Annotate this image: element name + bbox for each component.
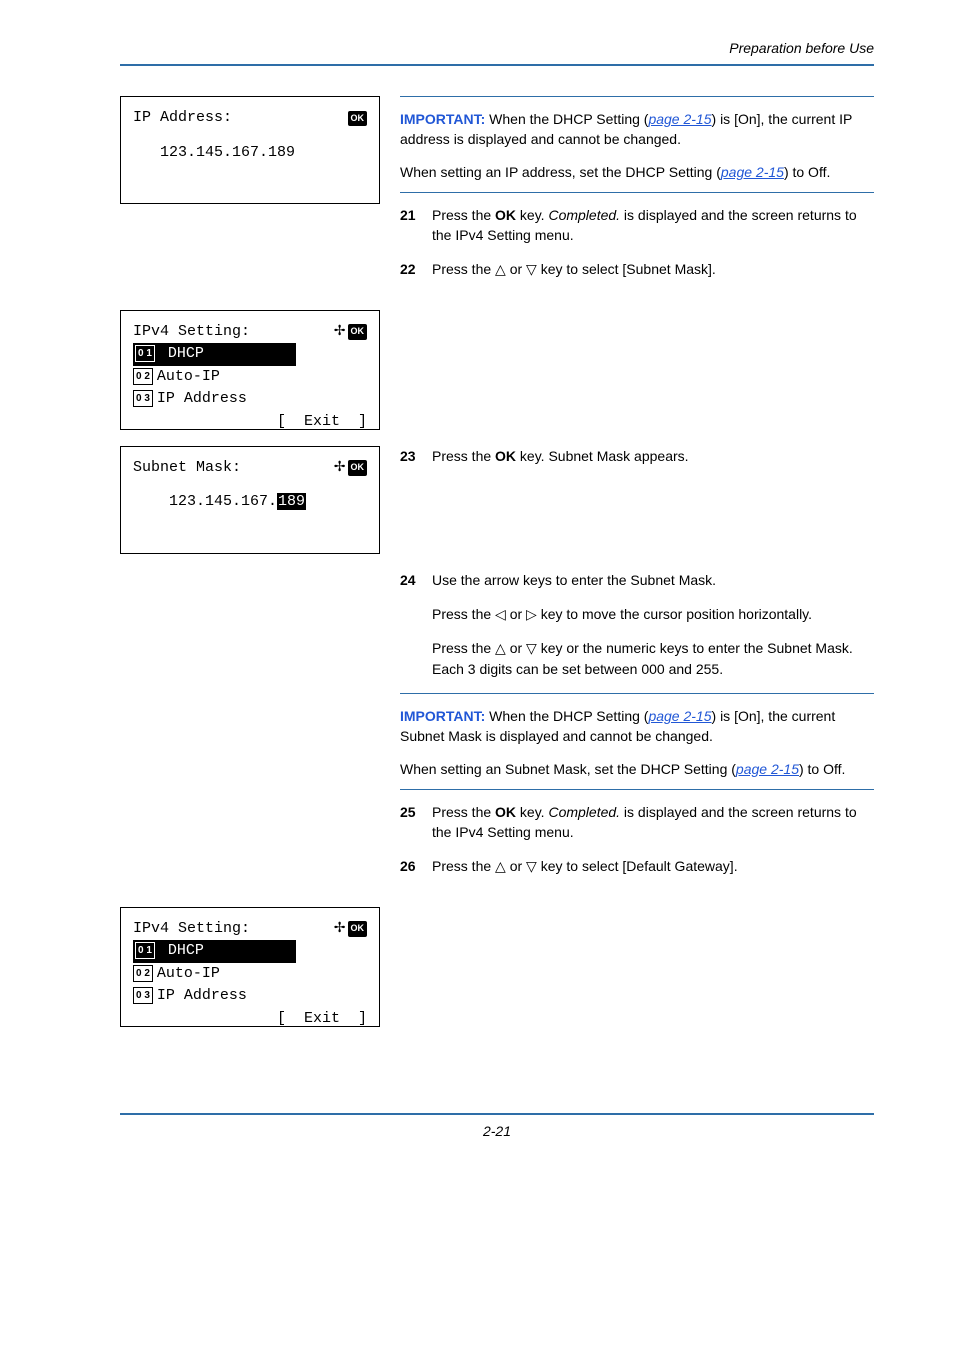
link-page-2-15[interactable]: page 2-15: [736, 761, 799, 777]
step-24-sub2: Press the △ or ▽ key or the numeric keys…: [432, 638, 874, 679]
triangle-up-icon: △: [495, 858, 506, 874]
header-rule: [120, 64, 874, 66]
triangle-up-icon: △: [495, 261, 506, 277]
lcd-ipv4-setting: IPv4 Setting: ✢ OK 0 1 DHCP 0 2Auto-IP 0…: [120, 310, 380, 430]
divider: [400, 693, 874, 694]
lcd-ipv4-setting-2: IPv4 Setting: ✢ OK 0 1 DHCP 0 2Auto-IP 0…: [120, 907, 380, 1027]
important-note-2b: When setting an Subnet Mask, set the DHC…: [400, 759, 874, 779]
step-21: 21 Press the OK key. Completed. is displ…: [400, 205, 874, 246]
important-note-2: IMPORTANT: When the DHCP Setting (page 2…: [400, 706, 874, 747]
lcd-value: 123.145.167.189: [133, 142, 367, 165]
lcd-title: IPv4 Setting:: [133, 321, 250, 344]
ok-icon: OK: [348, 921, 368, 937]
step-26: 26 Press the △ or ▽ key to select [Defau…: [400, 856, 874, 876]
triangle-right-icon: ▷: [526, 606, 537, 622]
nav-arrows-icon: ✢: [334, 919, 346, 940]
triangle-left-icon: ◁: [495, 606, 506, 622]
divider: [400, 96, 874, 97]
running-header: Preparation before Use: [120, 40, 874, 64]
link-page-2-15[interactable]: page 2-15: [648, 708, 711, 724]
lcd-title: IPv4 Setting:: [133, 918, 250, 941]
lcd-title: IP Address:: [133, 107, 232, 130]
step-25: 25 Press the OK key. Completed. is displ…: [400, 802, 874, 843]
ok-icon: OK: [348, 460, 368, 476]
ok-icon: OK: [348, 111, 368, 127]
triangle-down-icon: ▽: [526, 640, 537, 656]
divider: [400, 192, 874, 193]
link-page-2-15[interactable]: page 2-15: [721, 164, 784, 180]
lcd-title: Subnet Mask:: [133, 457, 241, 480]
triangle-down-icon: ▽: [526, 261, 537, 277]
important-note-1b: When setting an IP address, set the DHCP…: [400, 162, 874, 182]
step-22: 22 Press the △ or ▽ key to select [Subne…: [400, 259, 874, 279]
important-note-1: IMPORTANT: When the DHCP Setting (page 2…: [400, 109, 874, 150]
ok-icon: OK: [348, 324, 368, 340]
lcd-subnet-mask: Subnet Mask: ✢ OK 123.145.167.189: [120, 446, 380, 554]
divider: [400, 789, 874, 790]
triangle-up-icon: △: [495, 640, 506, 656]
triangle-down-icon: ▽: [526, 858, 537, 874]
page-number: 2-21: [120, 1115, 874, 1139]
step-24: 24 Use the arrow keys to enter the Subne…: [400, 570, 874, 590]
lcd-ip-address: IP Address: OK 123.145.167.189: [120, 96, 380, 204]
nav-arrows-icon: ✢: [334, 322, 346, 343]
nav-arrows-icon: ✢: [334, 458, 346, 479]
step-24-sub1: Press the ◁ or ▷ key to move the cursor …: [432, 604, 874, 624]
step-23: 23 Press the OK key. Subnet Mask appears…: [400, 446, 874, 466]
link-page-2-15[interactable]: page 2-15: [648, 111, 711, 127]
